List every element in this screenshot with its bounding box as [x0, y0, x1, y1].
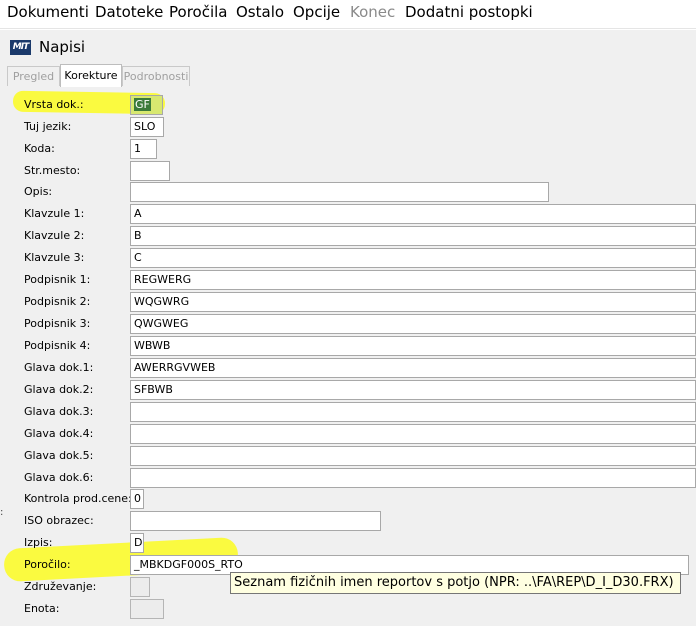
- field-zdru-evanje[interactable]: [130, 577, 150, 597]
- field-value: WQGWRG: [134, 295, 190, 308]
- label-vrsta-dok: Vrsta dok.:: [24, 98, 84, 111]
- menu-bar: Dokumenti Datoteke Poročila Ostalo Opcij…: [0, 0, 696, 28]
- field-vrsta-dok[interactable]: GF: [130, 95, 163, 115]
- field-klavzule-1[interactable]: A: [130, 204, 696, 224]
- menu-opcije[interactable]: Opcije: [293, 3, 340, 21]
- label-podpisnik-4: Podpisnik 4:: [24, 339, 91, 352]
- menu-dokumenti[interactable]: Dokumenti: [7, 3, 89, 21]
- label-glava-dok-4: Glava dok.4:: [24, 427, 94, 440]
- field-kontrola-prod-cene[interactable]: 0: [130, 489, 144, 509]
- field-value: 1: [134, 142, 141, 155]
- label-podpisnik-1: Podpisnik 1:: [24, 273, 91, 286]
- field-glava-dok-5[interactable]: [130, 446, 696, 466]
- menu-konec: Konec: [350, 3, 396, 21]
- menu-divider: [0, 28, 696, 29]
- menu-porocila[interactable]: Poročila: [169, 3, 227, 21]
- label-klavzule-2: Klavzule 2:: [24, 229, 85, 242]
- menu-dodatni-postopki[interactable]: Dodatni postopki: [405, 3, 533, 21]
- field-value: D: [134, 536, 143, 549]
- field-izpis[interactable]: D: [130, 533, 144, 553]
- label-podpisnik-2: Podpisnik 2:: [24, 295, 91, 308]
- tab-pregled[interactable]: Pregled: [7, 66, 60, 86]
- label-zdru-evanje: Združevanje:: [24, 580, 97, 593]
- label-koda: Koda:: [24, 142, 55, 155]
- window-title: Napisi: [39, 38, 86, 56]
- field-klavzule-3[interactable]: C: [130, 248, 696, 268]
- field-glava-dok-2[interactable]: SFBWB: [130, 380, 696, 400]
- label-enota: Enota:: [24, 602, 60, 615]
- menu-datoteke[interactable]: Datoteke: [95, 3, 163, 21]
- field-glava-dok-1[interactable]: AWERRGVWEB: [130, 358, 696, 378]
- field-podpisnik-3[interactable]: QWGWEG: [130, 314, 696, 334]
- field-tuj-jezik[interactable]: SLO: [130, 117, 164, 137]
- field-value: C: [134, 251, 142, 264]
- field-tooltip: Seznam fizičnih imen reportov s potjo (N…: [230, 572, 681, 594]
- field-value: 0: [134, 492, 141, 505]
- label-klavzule-1: Klavzule 1:: [24, 207, 85, 220]
- field-value: SFBWB: [134, 383, 173, 396]
- field-value: QWGWEG: [134, 317, 189, 330]
- edge-marker: :: [0, 507, 4, 518]
- field-value: GF: [134, 98, 151, 111]
- field-podpisnik-1[interactable]: REGWERG: [130, 270, 696, 290]
- tab-podrobnosti[interactable]: Podrobnosti: [122, 66, 190, 86]
- label-kontrola-prod-cene: Kontrola prod.cene:: [24, 492, 132, 505]
- field-value: REGWERG: [134, 273, 192, 286]
- label-podpisnik-3: Podpisnik 3:: [24, 317, 91, 330]
- window-titlebar: MIT Napisi: [0, 30, 696, 66]
- label-glava-dok-6: Glava dok.6:: [24, 471, 94, 484]
- tab-korekture[interactable]: Korekture: [60, 64, 122, 87]
- label-glava-dok-1: Glava dok.1:: [24, 361, 94, 374]
- label-str-mesto: Str.mesto:: [24, 164, 81, 177]
- tab-strip: Pregled Korekture Podrobnosti: [0, 64, 696, 87]
- field-glava-dok-3[interactable]: [130, 402, 696, 422]
- field-glava-dok-6[interactable]: [130, 468, 696, 488]
- field-value: WBWB: [134, 339, 171, 352]
- field-koda[interactable]: 1: [130, 139, 157, 159]
- field-enota[interactable]: [130, 599, 164, 619]
- field-value: SLO: [134, 120, 156, 133]
- field-value: A: [134, 207, 142, 220]
- field-klavzule-2[interactable]: B: [130, 226, 696, 246]
- menu-ostalo[interactable]: Ostalo: [236, 3, 284, 21]
- label-izpis: Izpis:: [24, 536, 53, 549]
- label-glava-dok-3: Glava dok.3:: [24, 405, 94, 418]
- label-poro-ilo: Poročilo:: [24, 558, 71, 571]
- label-klavzule-3: Klavzule 3:: [24, 251, 85, 264]
- field-opis[interactable]: [130, 182, 549, 202]
- field-iso-obrazec[interactable]: [130, 511, 381, 531]
- field-value: B: [134, 229, 142, 242]
- field-value: _MBKDGF000S_RTO: [134, 558, 243, 571]
- field-podpisnik-2[interactable]: WQGWRG: [130, 292, 696, 312]
- label-iso-obrazec: ISO obrazec:: [24, 514, 94, 527]
- label-glava-dok-5: Glava dok.5:: [24, 449, 94, 462]
- label-glava-dok-2: Glava dok.2:: [24, 383, 94, 396]
- label-tuj-jezik: Tuj jezik:: [24, 120, 72, 133]
- label-opis: Opis:: [24, 185, 53, 198]
- field-podpisnik-4[interactable]: WBWB: [130, 336, 696, 356]
- field-str-mesto[interactable]: [130, 161, 170, 181]
- field-glava-dok-4[interactable]: [130, 424, 696, 444]
- field-value: AWERRGVWEB: [134, 361, 216, 374]
- app-logo-icon: MIT: [10, 40, 31, 55]
